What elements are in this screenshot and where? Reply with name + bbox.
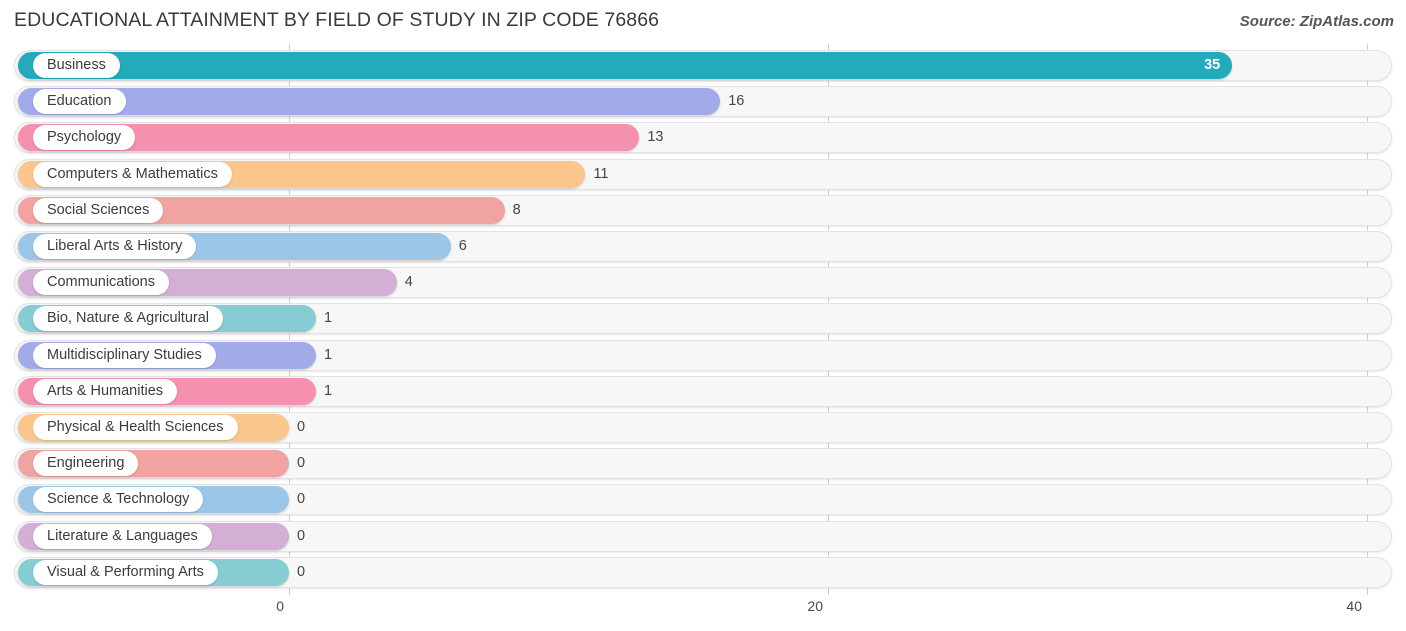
page-title: EDUCATIONAL ATTAINMENT BY FIELD OF STUDY… (14, 9, 660, 31)
bar-label: Visual & Performing Arts (33, 559, 218, 585)
bar-value-label: 16 (728, 93, 745, 110)
bar-value-label: 4 (404, 274, 413, 291)
x-tick-label: 20 (807, 598, 823, 614)
bar-rows: Business 35 Education 16 Psychology 13 Compute… (0, 44, 1406, 595)
bar-row[interactable]: Literature & Languages 0 (0, 520, 1406, 552)
bar-label: Liberal Arts & History (33, 234, 197, 259)
bar-row[interactable]: Physical & Health Sciences 0 (0, 412, 1406, 443)
bar-row[interactable]: Business 35 (0, 50, 1406, 81)
bar-row[interactable]: Arts & Humanities 1 (0, 375, 1406, 407)
bar-label: Social Sciences (33, 197, 164, 223)
chart-container: EDUCATIONAL ATTAINMENT BY FIELD OF STUDY… (0, 0, 1406, 631)
bar-row[interactable]: Multidisciplinary Studies 1 (0, 339, 1406, 371)
chart-header: EDUCATIONAL ATTAINMENT BY FIELD OF STUDY… (0, 0, 1406, 44)
bar-row[interactable]: Psychology 13 (0, 122, 1406, 154)
bar-label: Education (33, 89, 126, 115)
bar-row[interactable]: Computers & Mathematics 11 (0, 158, 1406, 190)
bar-label: Arts & Humanities (33, 378, 178, 404)
bar-label: Computers & Mathematics (33, 161, 232, 187)
bar-label: Communications (33, 270, 169, 296)
plot-area: Business 35 Education 16 Psychology 13 Compute… (0, 44, 1406, 595)
source-attribution: Source: ZipAtlas.com (1239, 13, 1394, 30)
bar-row[interactable]: Engineering 0 (0, 448, 1406, 480)
bar-value-label: 6 (458, 238, 467, 254)
bar-value-label: 0 (297, 455, 306, 472)
bar-label: Psychology (33, 125, 136, 151)
x-tick-label: 40 (1346, 598, 1362, 614)
x-axis: 0 20 40 (0, 595, 1406, 631)
x-tick-label: 0 (276, 598, 284, 614)
bar-label: Business (33, 53, 120, 78)
bar-value-label: 0 (297, 527, 306, 544)
bar-row[interactable]: Social Sciences 8 (0, 194, 1406, 226)
bar-label: Science & Technology (33, 487, 204, 513)
bar-value-label: 11 (593, 165, 609, 182)
bar-value-label: 8 (512, 201, 521, 218)
bar-row[interactable]: Liberal Arts & History 6 (0, 231, 1406, 262)
bar-row[interactable]: Science & Technology 0 (0, 484, 1406, 516)
bar-label: Physical & Health Sciences (33, 415, 238, 440)
bar-value-label: 0 (297, 563, 306, 580)
bar-value-label: 1 (323, 310, 333, 327)
bar-value-label: 13 (647, 129, 664, 146)
bar-value-label: 0 (297, 491, 306, 508)
bar[interactable] (18, 52, 1233, 79)
bar-label: Bio, Nature & Agricultural (33, 306, 223, 332)
bar-value-label: 0 (297, 419, 306, 435)
bar-value-label: 1 (323, 346, 333, 363)
bar-row[interactable]: Bio, Nature & Agricultural 1 (0, 303, 1406, 335)
bar-value-label: 35 (1204, 57, 1221, 73)
bar-row[interactable]: Communications 4 (0, 267, 1406, 299)
bar-row[interactable]: Education 16 (0, 86, 1406, 118)
bar-label: Engineering (33, 451, 139, 477)
bar-label: Literature & Languages (33, 523, 212, 549)
bar-row[interactable]: Visual & Performing Arts 0 (0, 556, 1406, 588)
bar-label: Multidisciplinary Studies (33, 342, 216, 368)
bar-value-label: 1 (323, 382, 333, 399)
